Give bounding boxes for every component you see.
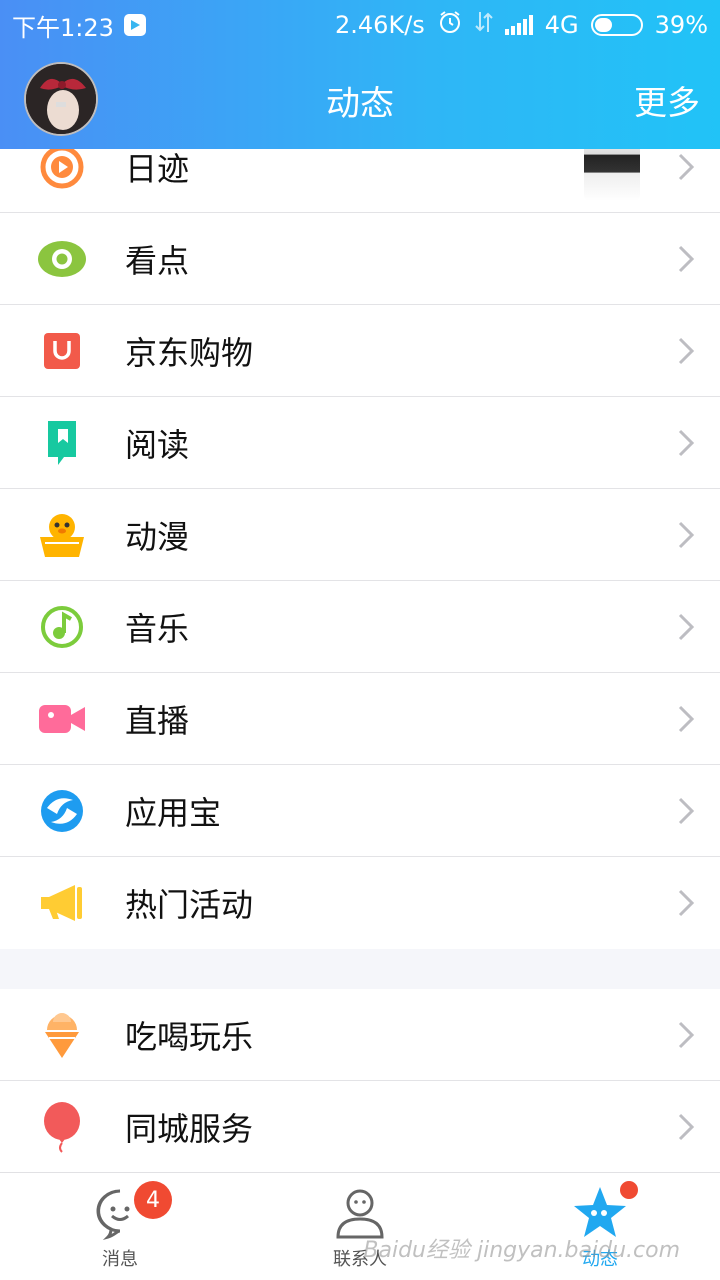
- video-camera-icon: [36, 693, 88, 745]
- chevron-right-icon: [676, 427, 696, 459]
- list-item-app-store[interactable]: 应用宝: [0, 765, 720, 857]
- signal-icon: [504, 15, 533, 35]
- chevron-right-icon: [676, 795, 696, 827]
- list-item-reading[interactable]: 阅读: [0, 397, 720, 489]
- chevron-right-icon: [676, 1019, 696, 1051]
- unread-badge: 4: [134, 1181, 172, 1219]
- more-button[interactable]: 更多: [634, 76, 700, 124]
- tab-label: 消息: [102, 1249, 138, 1270]
- battery-percent: 39%: [654, 11, 708, 39]
- menu-group-primary: 日迹 看点 京东购物 阅读 动漫 音乐 直播 应用宝 热门活动: [0, 121, 720, 949]
- network-speed: 2.46K/s: [335, 11, 425, 39]
- ice-cream-icon: [36, 1009, 88, 1061]
- list-item-label: 直播: [125, 701, 190, 740]
- chevron-right-icon: [676, 151, 696, 183]
- list-item-label: 日迹: [125, 149, 190, 188]
- shopping-bag-icon: [36, 325, 88, 377]
- music-note-icon: [36, 601, 88, 653]
- bookmark-book-icon: [36, 417, 88, 469]
- megaphone-icon: [36, 877, 88, 929]
- list-item-label: 京东购物: [125, 333, 254, 372]
- list-item-label: 吃喝玩乐: [125, 1017, 254, 1056]
- page-title: 动态: [326, 84, 394, 124]
- chevron-right-icon: [676, 611, 696, 643]
- list-item-live[interactable]: 直播: [0, 673, 720, 765]
- status-bar: 下午1:23 2.46K/s 4G 39%: [0, 0, 720, 50]
- list-item-food-fun[interactable]: 吃喝玩乐: [0, 989, 720, 1081]
- chevron-right-icon: [676, 243, 696, 275]
- list-item-anime[interactable]: 动漫: [0, 489, 720, 581]
- chevron-right-icon: [676, 519, 696, 551]
- list-item-kandian[interactable]: 看点: [0, 213, 720, 305]
- menu-group-secondary: 吃喝玩乐 同城服务: [0, 989, 720, 1173]
- chevron-right-icon: [676, 703, 696, 735]
- list-item-label: 阅读: [125, 425, 190, 464]
- alarm-icon: [437, 9, 463, 41]
- list-item-label: 音乐: [125, 609, 190, 648]
- list-item-label: 同城服务: [125, 1110, 254, 1148]
- notification-dot: [620, 1181, 638, 1199]
- chevron-right-icon: [676, 1111, 696, 1143]
- battery-icon: [590, 14, 643, 36]
- nav-row: 动态 更多: [0, 50, 720, 149]
- top-bar: 下午1:23 2.46K/s 4G 39% 动态 更多: [0, 0, 720, 149]
- list-item-city-services[interactable]: 同城服务: [0, 1081, 720, 1173]
- data-transfer-icon: [475, 10, 493, 40]
- chevron-right-icon: [676, 335, 696, 367]
- video-app-icon: [123, 14, 146, 36]
- eye-icon: [36, 233, 88, 285]
- network-type: 4G: [544, 11, 579, 39]
- tab-messages[interactable]: 消息: [0, 1173, 240, 1280]
- list-item-jd-shopping[interactable]: 京东购物: [0, 305, 720, 397]
- menu-list: 日迹 看点 京东购物 阅读 动漫 音乐 直播 应用宝 热门活动 吃喝玩乐 同城服…: [0, 121, 720, 1173]
- status-time: 下午1:23: [12, 13, 114, 42]
- section-divider: [0, 949, 720, 989]
- list-item-label: 动漫: [125, 517, 190, 556]
- list-item-hot-events[interactable]: 热门活动: [0, 857, 720, 949]
- app-store-icon: [36, 785, 88, 837]
- chevron-right-icon: [676, 887, 696, 919]
- penguin-icon: [36, 509, 88, 561]
- watermark: Baidu经验 jingyan.baidu.com: [363, 1238, 680, 1263]
- list-item-music[interactable]: 音乐: [0, 581, 720, 673]
- list-item-label: 应用宝: [125, 793, 222, 832]
- balloon-icon: [36, 1101, 88, 1153]
- list-item-label: 看点: [125, 241, 190, 280]
- list-item-label: 热门活动: [125, 886, 254, 924]
